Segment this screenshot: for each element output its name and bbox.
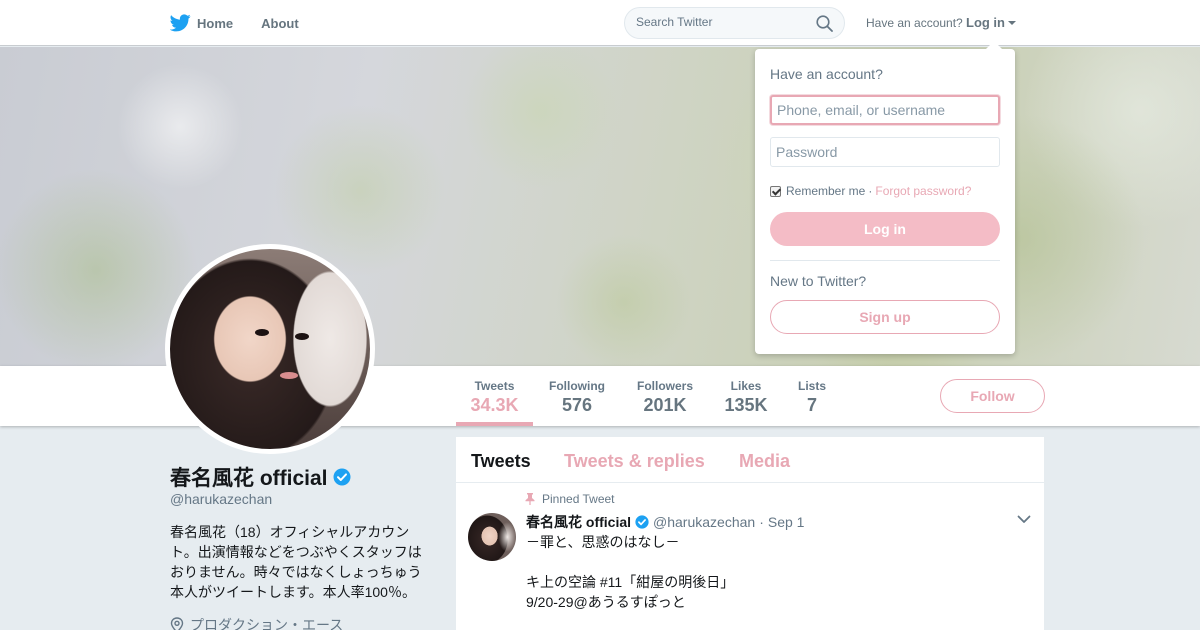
caret-down-icon <box>1008 20 1016 25</box>
tab-tweets-replies[interactable]: Tweets & replies <box>564 451 705 472</box>
profile-bio: 春名風花（18）オフィシャルアカウント。出演情報などをつぶやくスタッフはおりませ… <box>170 524 422 600</box>
tweet-author-name[interactable]: 春名風花 official <box>526 512 631 532</box>
avatar-eye <box>295 333 309 340</box>
stat-value: 135K <box>724 395 768 415</box>
stat-value: 201K <box>643 395 687 415</box>
profile-avatar[interactable] <box>165 244 375 454</box>
pin-icon <box>525 493 535 505</box>
stat-value: 34.3K <box>470 395 519 415</box>
remember-me-label[interactable]: Remember me <box>786 184 865 198</box>
verified-badge-icon <box>635 515 649 529</box>
avatar-eye <box>255 329 269 336</box>
tweet-header: 春名風花 official @harukazechan · Sep 1 <box>526 512 804 532</box>
profile-location: プロダクション・エース <box>170 615 343 630</box>
stat-label: Following <box>549 379 605 393</box>
stat-likes[interactable]: Likes 135K <box>718 366 774 426</box>
top-navbar: Home About Have an account? Log in <box>0 0 1200 46</box>
login-dropdown-toggle[interactable]: Log in <box>966 15 1016 30</box>
tweet-author-handle[interactable]: @harukazechan <box>653 514 755 530</box>
chevron-down-icon[interactable] <box>1017 515 1031 524</box>
stat-label: Tweets <box>474 379 515 393</box>
login-toggle-label: Log in <box>966 15 1005 30</box>
follow-button[interactable]: Follow <box>940 379 1045 413</box>
verified-badge-icon <box>333 468 351 486</box>
profile-name: 春名風花 official <box>170 462 351 492</box>
profile-handle[interactable]: @harukazechan <box>170 491 272 507</box>
tweet-line <box>526 552 1026 572</box>
remember-separator: · <box>868 184 873 198</box>
nav-about-label: About <box>261 15 299 31</box>
search-icon[interactable] <box>816 15 833 32</box>
twitter-bird-icon <box>170 14 191 32</box>
location-pin-icon <box>170 617 184 630</box>
stat-label: Likes <box>730 379 762 393</box>
login-button[interactable]: Log in <box>770 212 1000 246</box>
profile-name-text: 春名風花 official <box>170 467 328 490</box>
dropdown-title: Have an account? <box>770 66 883 82</box>
stat-followers[interactable]: Followers 201K <box>630 366 700 426</box>
timeline: Tweets Tweets & replies Media Pinned Twe… <box>456 437 1044 630</box>
pinned-indicator: Pinned Tweet <box>525 492 615 506</box>
tweet-avatar[interactable] <box>468 513 516 561</box>
nav-left: Home About <box>170 0 327 46</box>
tweet-line: －罪と、思惑のはなし－ <box>526 534 680 550</box>
stat-value: 7 <box>806 395 817 415</box>
nav-about[interactable]: About <box>261 16 299 31</box>
profile-location-text: プロダクション・エース <box>190 617 344 630</box>
account-prompt: Have an account? <box>866 16 963 30</box>
signup-button[interactable]: Sign up <box>770 300 1000 334</box>
stat-lists[interactable]: Lists 7 <box>791 366 833 426</box>
forgot-password-link[interactable]: Forgot password? <box>875 184 971 198</box>
tweet-line: キ上の空論 #11「紺屋の明後日」 <box>526 574 735 590</box>
username-field[interactable] <box>770 95 1000 125</box>
tweet-separator: · <box>759 514 764 530</box>
stat-label: Lists <box>797 379 826 393</box>
new-to-twitter-label: New to Twitter? <box>770 273 867 289</box>
remember-me-checkbox[interactable] <box>770 185 781 197</box>
remember-me-row: Remember me · Forgot password? <box>770 184 971 198</box>
nav-home[interactable]: Home <box>170 14 233 32</box>
nav-home-label: Home <box>197 15 234 31</box>
stat-value: 576 <box>561 395 593 415</box>
stat-label: Followers <box>636 379 693 393</box>
login-dropdown: Have an account? Remember me · Forgot pa… <box>755 41 1015 354</box>
timeline-tabs: Tweets Tweets & replies Media <box>456 437 1044 483</box>
stat-following[interactable]: Following 576 <box>541 366 613 426</box>
avatar-lips <box>280 372 298 379</box>
dropdown-divider <box>770 260 1000 261</box>
tweet-date[interactable]: Sep 1 <box>768 514 805 530</box>
tweet-text: －罪と、思惑のはなし－ キ上の空論 #11「紺屋の明後日」 9/20-29@あう… <box>526 532 1026 612</box>
search-box[interactable] <box>624 7 845 39</box>
password-field[interactable] <box>770 137 1000 167</box>
tab-tweets[interactable]: Tweets <box>471 451 531 472</box>
search-input[interactable] <box>636 15 816 29</box>
pinned-label: Pinned Tweet <box>542 492 615 506</box>
tab-media[interactable]: Media <box>739 451 790 472</box>
stat-tweets[interactable]: Tweets 34.3K <box>456 366 533 426</box>
tweet-line: 9/20-29@あうるすぽっと <box>526 594 686 610</box>
